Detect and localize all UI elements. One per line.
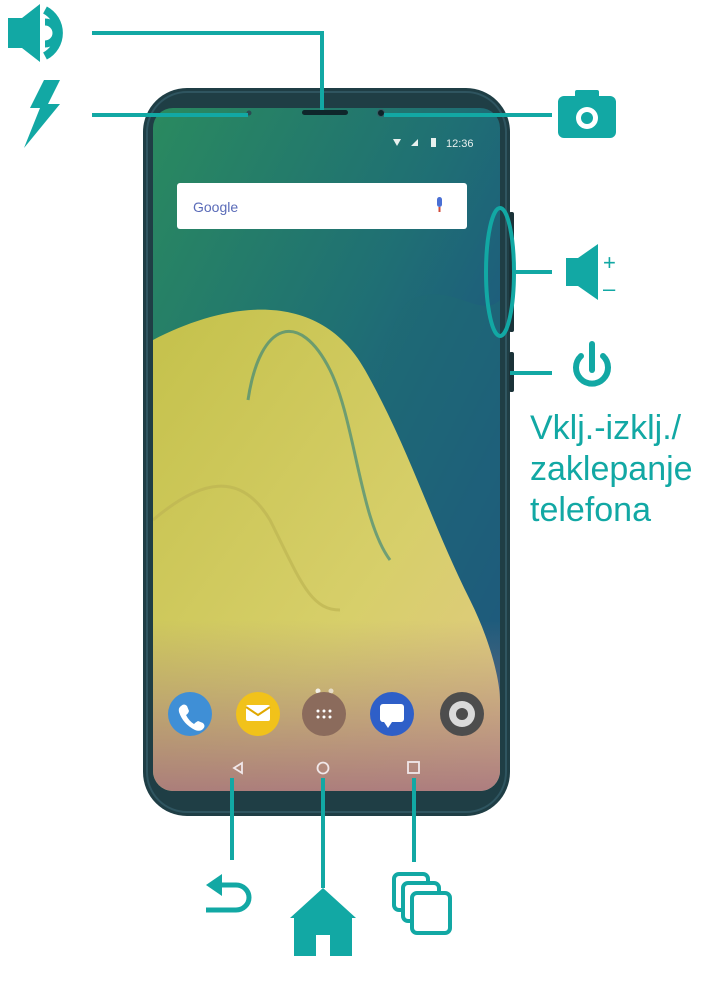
power-label-line-3: telefona [530, 491, 651, 529]
phone-app-icon[interactable] [168, 692, 212, 736]
power-label: Vklj.-izklj./ zaklepanje telefona [530, 408, 693, 531]
messages-app-icon[interactable] [236, 692, 280, 736]
flash-icon [24, 80, 60, 148]
search-bar[interactable]: Google [177, 183, 467, 229]
camera-app-icon[interactable] [440, 692, 484, 736]
sms-app-icon[interactable] [370, 692, 414, 736]
volume-minus: – [603, 276, 616, 301]
power-label-line-1: Vklj.-izklj./ [530, 409, 682, 447]
back-arrow-icon [206, 874, 252, 913]
speaker-icon [8, 4, 63, 62]
status-time: 12:36 [446, 138, 474, 150]
earpiece [302, 110, 348, 115]
front-camera-lens [377, 109, 385, 117]
camera-icon [558, 90, 616, 138]
power-label-line-2: zaklepanje [530, 450, 693, 488]
app-drawer-icon[interactable] [302, 692, 346, 736]
search-bar-brand: Google [193, 199, 238, 215]
volume-icon: + – [566, 244, 616, 301]
battery-icon [431, 138, 436, 147]
volume-plus: + [603, 250, 616, 275]
power-icon [573, 341, 611, 387]
home-icon [290, 888, 356, 956]
phone-screen: 12:36 Google [153, 108, 500, 791]
recent-apps-icon [392, 872, 452, 935]
